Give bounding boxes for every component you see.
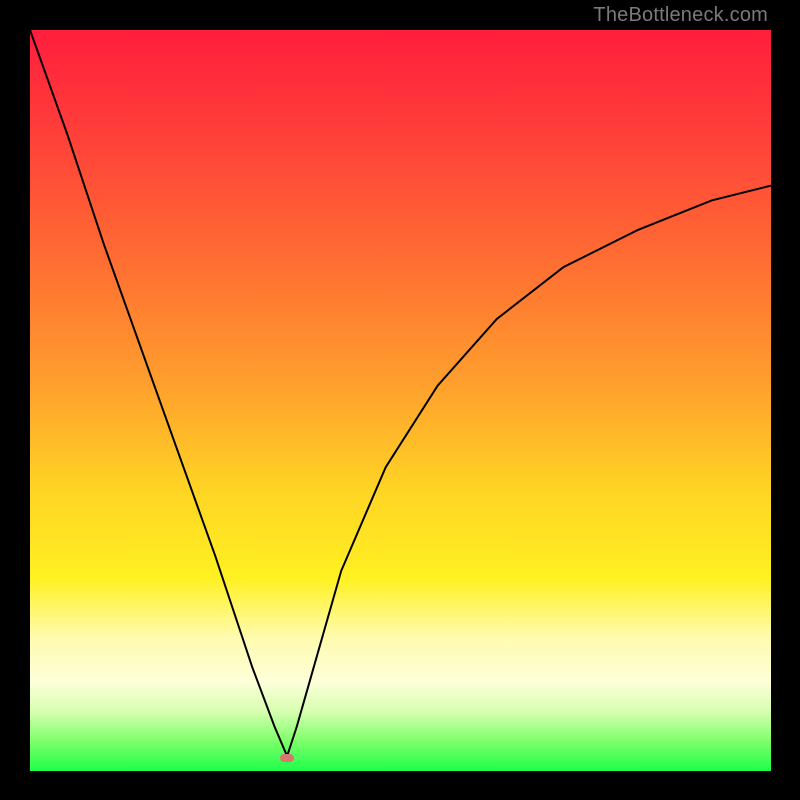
chart-frame: TheBottleneck.com xyxy=(0,0,800,800)
minimum-marker xyxy=(280,754,294,762)
plot-area xyxy=(30,30,771,771)
watermark-text: TheBottleneck.com xyxy=(593,4,768,27)
bottleneck-curve xyxy=(30,30,771,771)
